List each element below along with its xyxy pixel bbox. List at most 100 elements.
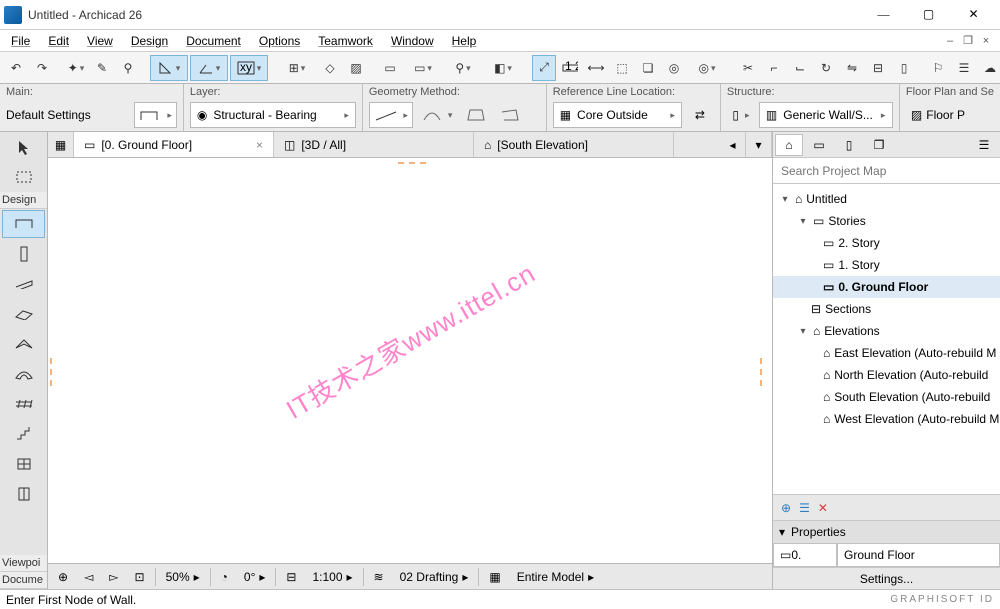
menu-document[interactable]: Document bbox=[177, 32, 250, 50]
box-down-button[interactable]: ▭▾ bbox=[404, 55, 442, 81]
ruler-button[interactable]: 1 2 bbox=[558, 55, 582, 81]
floorplan-button[interactable]: ▨Floor P bbox=[906, 102, 970, 128]
shape-button[interactable]: ◧▾ bbox=[484, 55, 522, 81]
layer-selector[interactable]: ◉ Structural - Bearing ▸ bbox=[190, 102, 356, 128]
refline-flip-button[interactable]: ⇄ bbox=[686, 102, 714, 128]
design-section[interactable]: Design bbox=[0, 192, 47, 209]
nav-prev[interactable]: ◅ bbox=[78, 570, 99, 584]
menu-help[interactable]: Help bbox=[443, 32, 486, 50]
grid-button[interactable]: ⊞▾ bbox=[278, 55, 316, 81]
tree-story-2[interactable]: ▭2. Story bbox=[773, 232, 1000, 254]
syringe-icon[interactable]: ⚲ bbox=[116, 55, 140, 81]
angle-icon[interactable]: ◔ bbox=[215, 570, 234, 584]
nav-button[interactable]: ⊕ bbox=[52, 570, 74, 584]
curtain-wall-tool[interactable] bbox=[2, 450, 45, 478]
nav-publisher-tab[interactable]: ❐ bbox=[865, 134, 893, 156]
refline-selector[interactable]: ▦ Core Outside ▸ bbox=[553, 102, 682, 128]
maximize-button[interactable]: ▢ bbox=[906, 1, 951, 29]
box-button[interactable]: ▭ bbox=[378, 55, 402, 81]
tree-sections[interactable]: ⊟Sections bbox=[773, 298, 1000, 320]
tree-ground-floor[interactable]: ▭0. Ground Floor bbox=[773, 276, 1000, 298]
mdi-minimize-icon[interactable]: – bbox=[942, 34, 958, 48]
adjust-button[interactable]: ⌐ bbox=[762, 55, 786, 81]
arrow-tool[interactable] bbox=[2, 133, 45, 161]
mdi-close-icon[interactable]: × bbox=[978, 34, 994, 48]
tree-west-elevation[interactable]: ⌂West Elevation (Auto-rebuild M bbox=[773, 408, 1000, 430]
redo-button[interactable]: ↷ bbox=[30, 55, 54, 81]
fit-button[interactable]: ⊡ bbox=[129, 570, 151, 584]
door-tool[interactable] bbox=[2, 480, 45, 508]
mesh-tool[interactable] bbox=[2, 390, 45, 418]
dim-button[interactable]: ⟷ bbox=[584, 55, 608, 81]
tab-south-elevation[interactable]: ⌂ [South Elevation] bbox=[474, 132, 674, 157]
layer-combo-icon[interactable]: ≋ bbox=[368, 570, 390, 584]
tab-ground-floor[interactable]: ▭ [0. Ground Floor] × bbox=[74, 132, 274, 157]
rotate-button[interactable]: ↻ bbox=[814, 55, 838, 81]
wall-tool[interactable] bbox=[2, 210, 45, 238]
shell-tool[interactable] bbox=[2, 360, 45, 388]
menu-view[interactable]: View bbox=[78, 32, 122, 50]
undo-button[interactable]: ↶ bbox=[4, 55, 28, 81]
settings-button[interactable]: Settings... bbox=[773, 567, 1000, 589]
structure-basic-button[interactable]: ▯▸ bbox=[727, 102, 755, 128]
circle-down-button[interactable]: ◎▾ bbox=[688, 55, 726, 81]
drawing-canvas[interactable]: IT技术之家www.ittel.cn bbox=[48, 158, 772, 563]
nav-view-map-tab[interactable]: ▭ bbox=[805, 134, 833, 156]
menu-options[interactable]: Options bbox=[250, 32, 309, 50]
marquee-tool[interactable] bbox=[2, 163, 45, 191]
zoom-value[interactable]: 50% ▸ bbox=[160, 570, 206, 584]
circle-button[interactable]: ◎ bbox=[662, 55, 686, 81]
properties-header[interactable]: ▾Properties bbox=[773, 521, 1000, 543]
model-value[interactable]: Entire Model ▸ bbox=[511, 570, 600, 584]
tab-arrow-left[interactable]: ◂ bbox=[720, 132, 746, 157]
geometry-curved-button[interactable]: ▾ bbox=[417, 102, 458, 128]
hatch-button[interactable]: ▨ bbox=[344, 55, 368, 81]
flag-button[interactable]: ⚐ bbox=[926, 55, 950, 81]
snap-button[interactable]: ⤢ bbox=[532, 55, 556, 81]
plane-button[interactable]: ◇ bbox=[318, 55, 342, 81]
pick-button[interactable]: ✦▾ bbox=[64, 55, 88, 81]
axis-tool-button[interactable]: ▾ bbox=[190, 55, 228, 81]
geometry-straight-button[interactable]: ▸ bbox=[369, 102, 413, 128]
new-viewpoint-button[interactable]: ⊕ bbox=[781, 501, 791, 515]
handle-button[interactable]: ⚲▾ bbox=[444, 55, 482, 81]
corner-button[interactable]: ⌙ bbox=[788, 55, 812, 81]
select-rect-button[interactable]: ⬚ bbox=[610, 55, 634, 81]
minimize-button[interactable]: — bbox=[861, 1, 906, 29]
geometry-trap-button[interactable] bbox=[495, 102, 525, 128]
tab-dropdown[interactable]: ▾ bbox=[746, 132, 772, 157]
document-section[interactable]: Docume bbox=[0, 572, 47, 589]
angle-value[interactable]: 0° ▸ bbox=[238, 570, 272, 584]
search-input[interactable] bbox=[773, 158, 1000, 183]
mdi-restore-icon[interactable]: ❐ bbox=[960, 34, 976, 48]
nav-menu-button[interactable]: ☰ bbox=[970, 134, 998, 156]
tree-stories[interactable]: ▾▭Stories bbox=[773, 210, 1000, 232]
align-button[interactable]: ▯ bbox=[892, 55, 916, 81]
delete-button[interactable]: ✕ bbox=[818, 501, 828, 515]
project-tree[interactable]: ▾⌂Untitled ▾▭Stories ▭2. Story ▭1. Story… bbox=[773, 184, 1000, 494]
menu-design[interactable]: Design bbox=[122, 32, 177, 50]
tree-south-elevation[interactable]: ⌂South Elevation (Auto-rebuild bbox=[773, 386, 1000, 408]
xy-tool-button[interactable]: xy▾ bbox=[230, 55, 268, 81]
nav-layout-tab[interactable]: ▯ bbox=[835, 134, 863, 156]
tree-east-elevation[interactable]: ⌂East Elevation (Auto-rebuild M bbox=[773, 342, 1000, 364]
geometry-box-button[interactable] bbox=[461, 102, 491, 128]
tab-3d[interactable]: ◫ [3D / All] bbox=[274, 132, 474, 157]
tree-north-elevation[interactable]: ⌂North Elevation (Auto-rebuild bbox=[773, 364, 1000, 386]
close-button[interactable]: ✕ bbox=[951, 1, 996, 29]
model-icon[interactable]: ▦ bbox=[483, 570, 506, 584]
scale-value[interactable]: 1:100 ▸ bbox=[306, 570, 358, 584]
menu-edit[interactable]: Edit bbox=[39, 32, 78, 50]
wall-settings-button[interactable]: ▸ bbox=[134, 102, 177, 128]
eyedropper-icon[interactable]: ✎ bbox=[90, 55, 114, 81]
nav-next[interactable]: ▻ bbox=[103, 570, 124, 584]
structure-selector[interactable]: ▥ Generic Wall/S... ▸ bbox=[759, 102, 893, 128]
viewpoint-section[interactable]: Viewpoi bbox=[0, 555, 47, 572]
nav-project-map-tab[interactable]: ⌂ bbox=[775, 134, 803, 156]
view-settings-button[interactable]: ☰ bbox=[799, 501, 810, 515]
menu-file[interactable]: File bbox=[2, 32, 39, 50]
roof-tool[interactable] bbox=[2, 330, 45, 358]
scale-icon[interactable]: ⊟ bbox=[280, 570, 302, 584]
tree-story-1[interactable]: ▭1. Story bbox=[773, 254, 1000, 276]
tree-root[interactable]: ▾⌂Untitled bbox=[773, 188, 1000, 210]
